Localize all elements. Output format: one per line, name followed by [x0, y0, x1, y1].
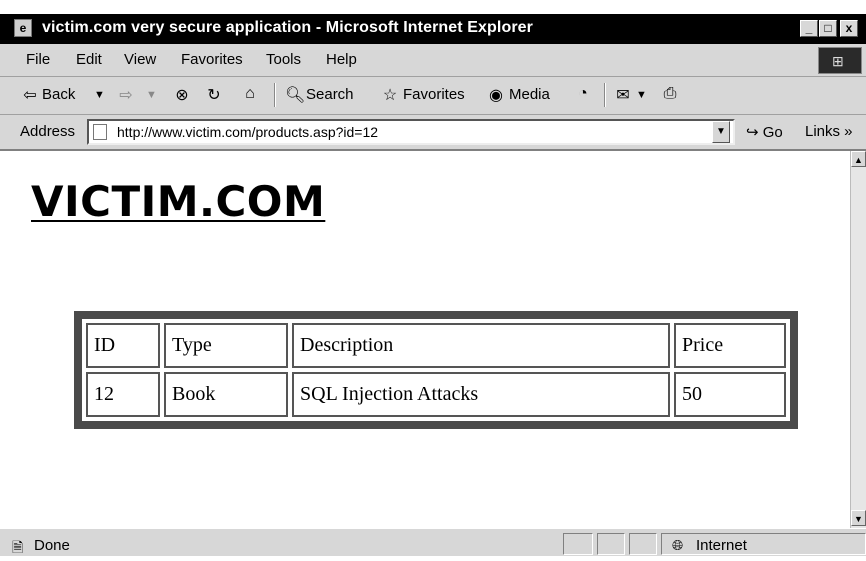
back-arrow-icon[interactable]: ⇦: [20, 85, 40, 105]
vertical-scrollbar[interactable]: ▲ ▼: [850, 151, 866, 528]
home-icon[interactable]: ⌂: [240, 85, 260, 103]
table-cell: 12: [86, 372, 160, 417]
mail-dropdown-icon[interactable]: ▼: [636, 89, 647, 101]
table-cell: 50: [674, 372, 786, 417]
forward-arrow-icon[interactable]: ⇨: [116, 85, 136, 105]
stop-icon[interactable]: ⊗: [172, 85, 192, 105]
address-dropdown-icon[interactable]: ▼: [712, 121, 730, 143]
table-cell: SQL Injection Attacks: [292, 372, 670, 417]
page-icon: [93, 124, 107, 140]
toolbar-separator: [274, 83, 276, 107]
table-header-cell: ID: [86, 323, 160, 368]
status-panel: [563, 533, 593, 555]
back-button[interactable]: Back: [42, 86, 75, 103]
ie-page-icon: e: [14, 19, 32, 37]
address-url[interactable]: http://www.victim.com/products.asp?id=12: [117, 124, 378, 140]
table-row: 12 Book SQL Injection Attacks 50: [86, 372, 786, 417]
zone-panel: [661, 533, 866, 555]
table-header-row: ID Type Description Price: [86, 323, 786, 368]
windows-throbber: ⊞: [818, 47, 862, 74]
refresh-icon[interactable]: ↻: [204, 85, 224, 105]
search-icon[interactable]: 🔍︎: [285, 85, 305, 105]
go-label: Go: [762, 124, 783, 141]
search-button[interactable]: Search: [306, 86, 354, 103]
table-header-cell: Price: [674, 323, 786, 368]
maximize-button[interactable]: □: [819, 20, 837, 37]
media-icon[interactable]: ◉: [486, 85, 506, 105]
address-label: Address: [20, 123, 76, 140]
go-button[interactable]: ↪ Go: [746, 123, 783, 141]
title-bar[interactable]: e victim.com very secure application - M…: [0, 14, 866, 44]
favorites-icon[interactable]: ☆: [380, 85, 400, 105]
status-page-icon: 🗎︎: [12, 539, 24, 555]
table-header-cell: Description: [292, 323, 670, 368]
forward-dropdown-icon[interactable]: ▼: [146, 89, 157, 101]
table-header-cell: Type: [164, 323, 288, 368]
close-button[interactable]: x: [840, 20, 858, 37]
menu-help[interactable]: Help: [326, 51, 357, 68]
scroll-down-icon[interactable]: ▼: [851, 510, 866, 526]
menu-favorites[interactable]: Favorites: [181, 51, 243, 68]
scroll-up-icon[interactable]: ▲: [851, 151, 866, 167]
page-title: VICTIM.COM: [31, 177, 326, 226]
status-panel: [597, 533, 625, 555]
back-dropdown-icon[interactable]: ▼: [94, 89, 105, 101]
history-icon[interactable]: ◔: [573, 85, 593, 103]
standard-toolbar: ⇦ Back ▼ ⇨ ▼ ⊗ ↻ ⌂ 🔍︎ Search ☆ Favorites…: [0, 77, 866, 115]
menu-view[interactable]: View: [124, 51, 156, 68]
table-cell: Book: [164, 372, 288, 417]
print-icon[interactable]: ⎙: [660, 85, 680, 103]
links-button[interactable]: Links »: [805, 123, 853, 140]
address-input[interactable]: http://www.victim.com/products.asp?id=12: [87, 119, 735, 145]
windows-logo-icon: ⊞: [832, 53, 844, 69]
address-bar: Address http://www.victim.com/products.a…: [0, 115, 866, 151]
toolbar-separator: [604, 83, 606, 107]
menu-edit[interactable]: Edit: [76, 51, 102, 68]
internet-globe-icon: 🌐︎: [672, 537, 684, 553]
status-panel: [629, 533, 657, 555]
go-arrow-icon: ↪: [746, 124, 759, 141]
zone-text: Internet: [696, 537, 747, 554]
menu-bar: File Edit View Favorites Tools Help ⊞: [0, 44, 866, 77]
favorites-button[interactable]: Favorites: [403, 86, 465, 103]
media-button[interactable]: Media: [509, 86, 550, 103]
minimize-button[interactable]: _: [800, 20, 818, 37]
window-title: victim.com very secure application - Mic…: [42, 19, 533, 36]
mail-icon[interactable]: ✉: [613, 85, 633, 105]
page-content: VICTIM.COM ID Type Description Price 12 …: [16, 151, 850, 528]
status-bar: 🗎︎ Done 🌐︎ Internet: [0, 528, 866, 556]
products-table-frame: ID Type Description Price 12 Book SQL In…: [74, 311, 798, 429]
status-text: Done: [34, 537, 70, 554]
menu-file[interactable]: File: [26, 51, 50, 68]
products-table: ID Type Description Price 12 Book SQL In…: [82, 319, 790, 421]
menu-tools[interactable]: Tools: [266, 51, 301, 68]
